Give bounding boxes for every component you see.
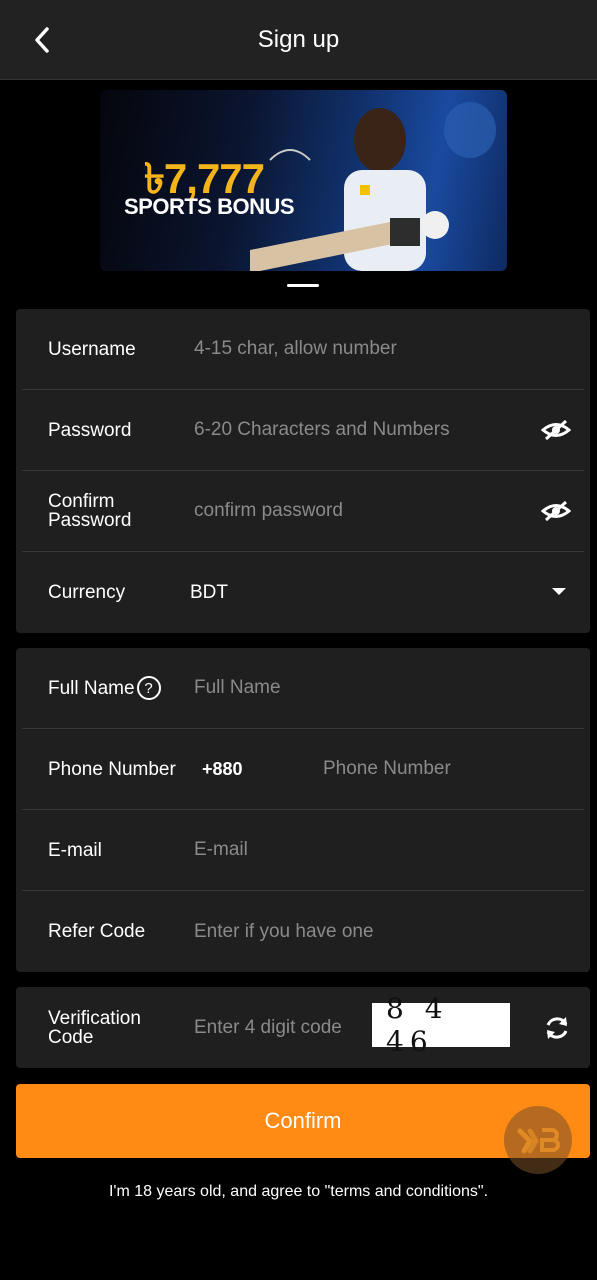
full-name-label: Full Name ? (48, 648, 188, 728)
full-name-row: Full Name ? Full Name (22, 648, 584, 729)
carousel-indicator[interactable] (287, 284, 319, 287)
verification-label: Verification Code (48, 1007, 141, 1048)
profile-form-card: Full Name ? Full Name Phone Number +880 … (16, 648, 590, 972)
phone-label: Phone Number (48, 758, 176, 780)
password-row: Password 6-20 Characters and Numbers (22, 390, 584, 471)
full-name-label-text: Full Name (48, 677, 135, 699)
promo-banner[interactable]: ৳7,777 SPORTS BONUS (100, 90, 507, 271)
floating-logo-button[interactable] (504, 1106, 572, 1174)
currency-row[interactable]: Currency BDT (22, 552, 584, 633)
toggle-password-visibility[interactable] (540, 416, 572, 444)
terms-text[interactable]: I'm 18 years old, and agree to "terms an… (0, 1183, 597, 1201)
phone-row: Phone Number +880 Phone Number (22, 729, 584, 810)
country-code[interactable]: +880 (202, 729, 243, 809)
username-input[interactable]: 4-15 char, allow number (194, 309, 397, 389)
chevron-down-icon[interactable] (552, 588, 566, 595)
username-row: Username 4-15 char, allow number (22, 309, 584, 390)
top-bar: Sign up (0, 0, 597, 80)
verification-row: Verification Code Enter 4 digit code 8 4… (22, 987, 584, 1068)
captcha-image: 8 4 46 (372, 992, 510, 1058)
page-title: Sign up (257, 26, 340, 53)
refer-code-row: Refer Code Enter if you have one (22, 891, 584, 972)
toggle-confirm-password-visibility[interactable] (540, 497, 572, 525)
refer-code-input[interactable]: Enter if you have one (194, 891, 374, 972)
password-input[interactable]: 6-20 Characters and Numbers (194, 390, 450, 470)
refer-code-label: Refer Code (48, 921, 146, 942)
email-input[interactable]: E-mail (194, 810, 248, 890)
verification-card: Verification Code Enter 4 digit code 8 4… (16, 987, 590, 1068)
refresh-icon (546, 1017, 568, 1039)
confirm-password-row: Confirm Password confirm password (22, 471, 584, 552)
full-name-input[interactable]: Full Name (194, 648, 281, 728)
email-row: E-mail E-mail (22, 810, 584, 891)
currency-label: Currency (48, 582, 126, 603)
account-form-card: Username 4-15 char, allow number Passwor… (16, 309, 590, 633)
confirm-password-label: Confirm Password (48, 491, 132, 531)
username-label: Username (48, 338, 136, 360)
bonus-label: SPORTS BONUS (124, 194, 295, 219)
phone-input[interactable]: Phone Number (323, 729, 451, 809)
verification-input[interactable]: Enter 4 digit code (194, 987, 342, 1068)
currency-select[interactable]: BDT (190, 552, 228, 633)
help-icon[interactable]: ? (136, 676, 161, 700)
eye-off-icon (541, 500, 571, 522)
eye-off-icon (541, 419, 571, 441)
refresh-captcha-button[interactable] (542, 1013, 572, 1043)
brand-logo-icon (517, 1128, 560, 1154)
email-label: E-mail (48, 839, 102, 861)
password-label: Password (48, 419, 132, 441)
player-illustration (250, 102, 496, 271)
confirm-password-input[interactable]: confirm password (194, 471, 343, 551)
